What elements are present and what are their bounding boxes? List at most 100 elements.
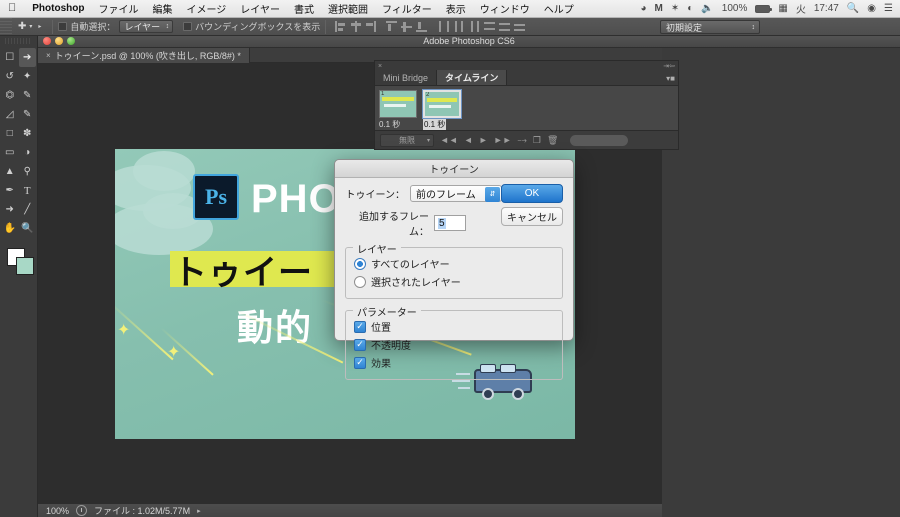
menu-item-window[interactable]: ウィンドウ — [473, 1, 537, 16]
menu-clock[interactable]: 17:47 — [814, 3, 839, 14]
spotlight-search-icon[interactable]: 🔍 — [847, 3, 859, 14]
brush-tool-icon[interactable]: ✎ — [19, 105, 37, 124]
clone-stamp-tool-icon[interactable]: □ — [1, 124, 19, 143]
timeline-frames-strip[interactable]: 1 0.1 秒 2 0.1 秒 — [375, 86, 678, 130]
document-tab[interactable]: × トゥイーン.psd @ 100% (吹き出し, RGB/8#) * — [38, 47, 250, 63]
tab-mini-bridge[interactable]: Mini Bridge — [375, 70, 438, 85]
timeline-panel-menu-icon[interactable]: ▾■ — [666, 74, 675, 83]
gradient-tool-icon[interactable]: ◑ — [19, 143, 37, 162]
bluetooth-icon[interactable]: ✶ — [671, 3, 679, 14]
distribute-right-button[interactable] — [468, 20, 481, 33]
tools-panel-grip[interactable] — [5, 38, 32, 44]
lasso-tool-icon[interactable]: ↺ — [1, 67, 19, 86]
frame-duration[interactable]: 0.1 秒 — [379, 119, 417, 130]
distribute-top-button[interactable] — [483, 20, 496, 33]
selected-layers-radio[interactable] — [354, 275, 366, 288]
battery-icon[interactable] — [755, 4, 773, 13]
play-button[interactable]: ► — [479, 135, 488, 145]
dodge-tool-icon[interactable]: ⚲ — [19, 162, 37, 181]
close-window-button[interactable] — [43, 37, 51, 45]
frame-thumbnail[interactable]: 2 — [422, 89, 462, 119]
volume-icon[interactable]: 🔈 — [701, 3, 713, 14]
duplicate-frame-button[interactable]: ❐ — [533, 135, 541, 146]
tween-button[interactable]: ⤍ — [518, 135, 527, 146]
menu-item-layer[interactable]: レイヤー — [233, 1, 287, 16]
siri-icon[interactable]: ◉ — [867, 3, 876, 14]
timeline-collapse-icon[interactable]: ⇥⇦ — [663, 62, 675, 70]
mail-icon[interactable]: M — [655, 3, 663, 14]
effects-checkbox[interactable]: ✓ — [354, 356, 366, 369]
wifi-icon[interactable]: ◐ — [687, 3, 693, 14]
tab-timeline[interactable]: タイムライン — [437, 70, 508, 85]
menu-item-type[interactable]: 書式 — [287, 1, 321, 16]
hand-tool-icon[interactable]: ✋ — [1, 219, 19, 238]
distribute-left-button[interactable] — [438, 20, 451, 33]
effects-parameter[interactable]: ✓ 効果 — [354, 355, 554, 370]
delete-frame-button[interactable]: 🗑 — [547, 135, 558, 146]
distribute-center-button[interactable] — [453, 20, 466, 33]
frame-thumbnail[interactable]: 1 — [379, 90, 417, 118]
blur-tool-icon[interactable]: ▲ — [1, 162, 19, 181]
bounding-box-checkbox[interactable] — [183, 22, 193, 31]
align-top-edges-button[interactable] — [385, 20, 398, 33]
timeline-close-icon[interactable]: × — [378, 63, 382, 70]
workspace-switcher[interactable]: 初期設定 — [660, 20, 760, 34]
position-checkbox[interactable]: ✓ — [354, 320, 366, 333]
minimize-window-button[interactable] — [55, 37, 63, 45]
position-parameter[interactable]: ✓ 位置 — [354, 319, 554, 334]
align-bottom-edges-button[interactable] — [415, 20, 428, 33]
dropbox-icon[interactable]: ◕ — [641, 3, 647, 14]
eyedropper-tool-icon[interactable]: ✎ — [19, 86, 37, 105]
auto-select-checkbox[interactable] — [58, 22, 68, 31]
menu-item-view[interactable]: 表示 — [439, 1, 473, 16]
apple-icon[interactable]:  — [0, 3, 25, 14]
notification-center-icon[interactable]: ☰ — [884, 3, 893, 14]
ok-button[interactable]: OK — [501, 184, 563, 203]
menu-item-filter[interactable]: フィルター — [375, 1, 439, 16]
selected-layers-option[interactable]: 選択されたレイヤー — [354, 274, 554, 289]
all-layers-option[interactable]: すべてのレイヤー — [354, 256, 554, 271]
align-vertical-centers-button[interactable] — [400, 20, 413, 33]
close-document-icon[interactable]: × — [46, 51, 51, 60]
next-frame-button[interactable]: ►► — [494, 135, 512, 145]
opacity-checkbox[interactable]: ✓ — [354, 338, 366, 351]
align-left-edges-button[interactable] — [334, 20, 347, 33]
timeline-frame[interactable]: 1 0.1 秒 — [379, 90, 417, 129]
cancel-button[interactable]: キャンセル — [501, 207, 563, 226]
pen-tool-icon[interactable]: ✒ — [1, 181, 19, 200]
align-right-edges-button[interactable] — [364, 20, 377, 33]
zoom-tool-icon[interactable]: 🔍 — [19, 219, 37, 238]
menu-item-photoshop[interactable]: Photoshop — [25, 3, 91, 14]
line-tool-icon[interactable]: ╱ — [19, 200, 37, 219]
distribute-middle-button[interactable] — [498, 20, 511, 33]
move-tool-icon[interactable]: ➔ — [18, 48, 36, 67]
menu-item-edit[interactable]: 編集 — [145, 1, 179, 16]
frame-duration[interactable]: 0.1 秒 — [423, 119, 447, 130]
history-brush-tool-icon[interactable]: ✽ — [19, 124, 37, 143]
status-bar-menu-arrow[interactable]: ▸ — [197, 507, 201, 515]
tween-with-dropdown[interactable]: 前のフレーム ⇵ — [410, 185, 502, 202]
distribute-bottom-button[interactable] — [513, 20, 526, 33]
timeline-zoom-slider[interactable] — [570, 134, 629, 146]
healing-brush-tool-icon[interactable]: ◿ — [1, 105, 19, 124]
all-layers-radio[interactable] — [354, 257, 366, 270]
menu-item-select[interactable]: 選択範囲 — [321, 1, 375, 16]
zoom-level[interactable]: 100% — [46, 506, 69, 516]
eraser-tool-icon[interactable]: ▭ — [1, 143, 19, 162]
tween-dialog[interactable]: トゥイーン トゥイーン： 前のフレーム ⇵ 追加するフレーム： 5 レイヤー す… — [334, 159, 574, 380]
path-selection-tool-icon[interactable]: ➜ — [1, 200, 19, 219]
frames-to-add-input[interactable]: 5 — [434, 215, 466, 231]
opacity-parameter[interactable]: ✓ 不透明度 — [354, 337, 554, 352]
menu-item-help[interactable]: ヘルプ — [537, 1, 581, 16]
first-frame-button[interactable]: ◄◄ — [440, 135, 458, 145]
input-source-icon[interactable]: ▦ — [778, 3, 787, 14]
type-tool-icon[interactable]: T — [19, 181, 37, 200]
timeline-frame[interactable]: 2 0.1 秒 — [422, 89, 462, 130]
previous-frame-button[interactable]: ◄ — [464, 135, 473, 145]
quick-selection-tool-icon[interactable]: ✦ — [19, 67, 37, 86]
window-title-bar[interactable]: Adobe Photoshop CS6 — [38, 34, 900, 48]
loop-option-dropdown[interactable]: 無限 — [380, 133, 434, 147]
menu-item-file[interactable]: ファイル — [91, 1, 145, 16]
auto-select-dropdown[interactable]: レイヤー — [119, 20, 174, 33]
align-horizontal-centers-button[interactable] — [349, 20, 362, 33]
